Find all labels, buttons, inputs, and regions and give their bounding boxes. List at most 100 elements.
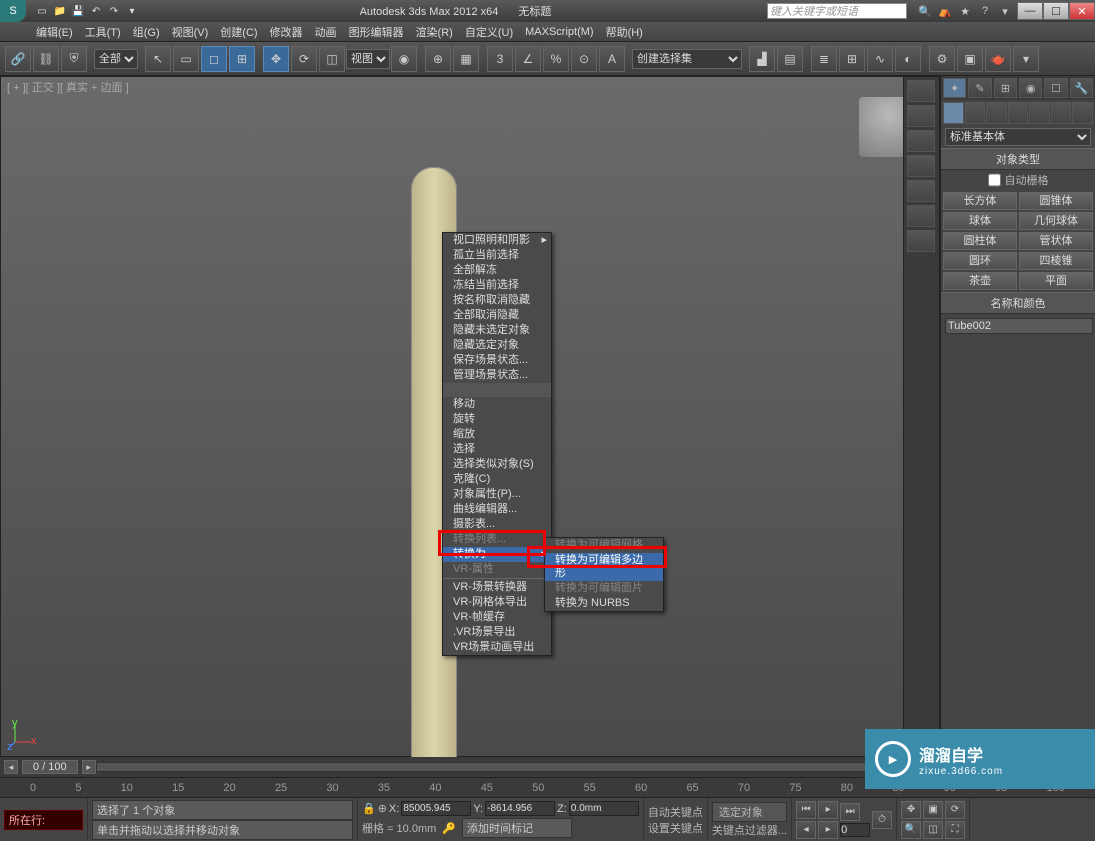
window-crossing-icon[interactable]: ⊞ [229,46,255,72]
angle-snap-icon[interactable]: ∠ [515,46,541,72]
ctx-全部取消隐藏[interactable]: 全部取消隐藏 [443,308,551,323]
time-config-icon[interactable]: ⏱ [872,811,892,829]
prim-长方体[interactable]: 长方体 [943,192,1017,210]
shading-mode2-icon[interactable] [907,180,935,202]
help-icon[interactable]: ? [977,3,993,19]
coord-y-input[interactable] [485,801,555,816]
tab-utilities-icon[interactable]: 🔧 [1070,78,1093,98]
coord-z-input[interactable] [569,801,639,816]
render-icon[interactable]: 🫖 [985,46,1011,72]
ctx-克隆(C)[interactable]: 克隆(C) [443,472,551,487]
prim-平面[interactable]: 平面 [1019,272,1093,290]
menu-工具(T)[interactable]: 工具(T) [79,22,127,42]
qat-dropdown-icon[interactable]: ▾ [124,3,140,19]
subtab-cameras-icon[interactable] [1008,102,1029,124]
subtab-shapes-icon[interactable] [965,102,986,124]
nav-zoom-extents-icon[interactable]: ▣ [923,801,943,819]
axis-naming-icon[interactable]: A [599,46,625,72]
ctx-全部解冻[interactable]: 全部解冻 [443,263,551,278]
ctx-sub-nurbs[interactable]: 转换为 NURBS [545,596,663,611]
maxscript-mini[interactable]: 所在行: [4,810,83,830]
menu-视图(V)[interactable]: 视图(V) [166,22,215,42]
scale-icon[interactable]: ◫ [319,46,345,72]
coord-mode-icon[interactable]: ⊕ [378,802,387,815]
nav-pan-icon[interactable]: ✥ [901,801,921,819]
maximize-button[interactable]: ☐ [1043,2,1069,20]
prim-四棱锥[interactable]: 四棱锥 [1019,252,1093,270]
ref-coord-dropdown[interactable]: 视图 [346,49,390,69]
menu-图形编辑器[interactable]: 图形编辑器 [343,22,410,42]
qat-redo-icon[interactable]: ↷ [106,3,122,19]
pivot-icon[interactable]: ◉ [391,46,417,72]
menu-动画[interactable]: 动画 [309,22,343,42]
goto-start-icon[interactable]: ⏮ [796,801,816,819]
comm-icon[interactable]: ⛺ [937,3,953,19]
coord-x-input[interactable] [401,801,471,816]
ctx-旋转[interactable]: 旋转 [443,412,551,427]
time-prev-button[interactable]: ◂ [4,760,18,774]
tab-display-icon[interactable]: ☐ [1044,78,1067,98]
ctx-VR-网格体导出[interactable]: VR-网格体导出 [443,595,551,610]
prim-茶壶[interactable]: 茶壶 [943,272,1017,290]
autogrid-checkbox[interactable] [988,172,1001,188]
ctx-冻结当前选择[interactable]: 冻结当前选择 [443,278,551,293]
ctx-按名称取消隐藏[interactable]: 按名称取消隐藏 [443,293,551,308]
rollout-object-type[interactable]: 对象类型 [941,148,1095,170]
shading-mode4-icon[interactable] [907,230,935,252]
selection-filter-dropdown[interactable]: 全部 [94,49,138,69]
manip-icon[interactable]: ⊕ [425,46,451,72]
star-icon[interactable]: ★ [957,3,973,19]
menu-编辑(E)[interactable]: 编辑(E) [30,22,79,42]
key-target-dropdown[interactable]: 选定对象 [712,802,787,822]
prim-管状体[interactable]: 管状体 [1019,232,1093,250]
shading-mode1-icon[interactable] [907,155,935,177]
next-frame-icon[interactable]: ▸ [818,821,838,839]
tab-hierarchy-icon[interactable]: ⊞ [994,78,1017,98]
viewport-label[interactable]: [ + ][ 正交 ][ 真实 + 边面 ] [7,79,129,95]
setkey-button[interactable]: 设置关键点 [648,820,703,836]
goto-end-icon[interactable]: ⏭ [840,803,860,821]
ctx-VR场景动画导出[interactable]: VR场景动画导出 [443,640,551,655]
ctx-.VR场景导出[interactable]: .VR场景导出 [443,625,551,640]
category-dropdown[interactable]: 标准基本体 [945,128,1091,146]
key-filter-button[interactable]: 关键点过滤器... [712,822,787,838]
subtab-systems-icon[interactable] [1072,102,1093,124]
bind-icon[interactable]: ⛨ [61,46,87,72]
ctx-VR-帧缓存[interactable]: VR-帧缓存 [443,610,551,625]
minimize-button[interactable]: — [1017,2,1043,20]
play-icon[interactable]: ▸ [818,801,838,819]
ctx-移动[interactable]: 移动 [443,397,551,412]
menu-MAXScript(M)[interactable]: MAXScript(M) [519,24,599,40]
search-icon[interactable]: 🔍 [917,3,933,19]
prev-frame-icon[interactable]: ◂ [796,821,816,839]
qat-undo-icon[interactable]: ↶ [88,3,104,19]
time-frame-display[interactable]: 0 / 100 [22,760,78,774]
menu-创建(C)[interactable]: 创建(C) [214,22,263,42]
select-rect-icon[interactable]: ◻ [201,46,227,72]
ctx-VR-场景转换器[interactable]: VR-场景转换器 [443,580,551,595]
keymode-icon[interactable]: ▦ [453,46,479,72]
render-setup-icon[interactable]: ⚙ [929,46,955,72]
rotate-icon[interactable]: ⟳ [291,46,317,72]
layers-icon[interactable]: ≣ [811,46,837,72]
qat-save-icon[interactable]: 💾 [70,3,86,19]
snap-icon[interactable]: 3 [487,46,513,72]
lock-icon[interactable]: 🔒 [362,802,376,815]
menu-自定义(U)[interactable]: 自定义(U) [459,22,519,42]
close-button[interactable]: ✕ [1069,2,1095,20]
ctx-孤立当前选择[interactable]: 孤立当前选择 [443,248,551,263]
select-name-icon[interactable]: ▭ [173,46,199,72]
object-name-input[interactable] [945,318,1093,334]
shading-sky-icon[interactable] [907,105,935,127]
unlink-icon[interactable]: ⛓ [33,46,59,72]
app-logo[interactable]: S [0,0,26,22]
nav-zoom-icon[interactable]: 🔍 [901,821,921,839]
qat-open-icon[interactable]: 📁 [52,3,68,19]
shading-mode3-icon[interactable] [907,205,935,227]
qat-new-icon[interactable]: ▭ [34,3,50,19]
menu-组(G)[interactable]: 组(G) [127,22,166,42]
prim-圆柱体[interactable]: 圆柱体 [943,232,1017,250]
named-selection-dropdown[interactable]: 创建选择集 [632,49,742,69]
ctx-对象属性(P)...[interactable]: 对象属性(P)... [443,487,551,502]
subtab-geometry-icon[interactable] [943,102,964,124]
